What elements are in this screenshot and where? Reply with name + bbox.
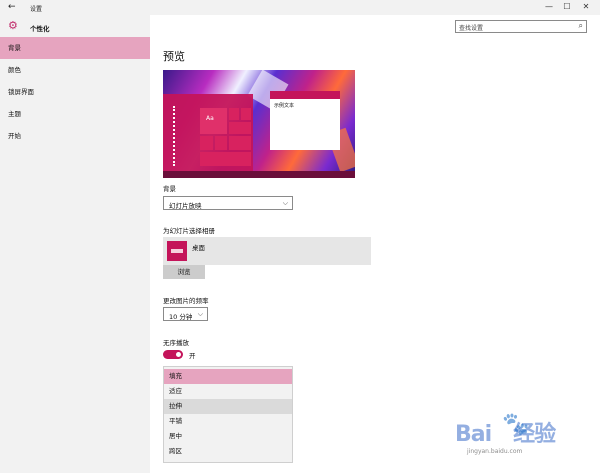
window-title: 设置 bbox=[30, 6, 43, 13]
browse-button[interactable]: 浏览 bbox=[163, 265, 205, 279]
folder-thumbnail-icon bbox=[167, 241, 187, 261]
shuffle-toggle[interactable] bbox=[163, 350, 183, 359]
fit-option-fit[interactable]: 适应 bbox=[164, 384, 292, 399]
sidebar-item-lock-screen[interactable]: 锁屏界面 bbox=[0, 81, 150, 103]
fit-option-center[interactable]: 居中 bbox=[164, 429, 292, 444]
shuffle-label: 无序播放 bbox=[163, 339, 189, 347]
album-name: 桌面 bbox=[192, 244, 205, 252]
background-preview: Aa 示例文本 bbox=[163, 70, 355, 178]
frequency-dropdown[interactable]: 10 分钟 ⌵ bbox=[163, 307, 208, 321]
gear-icon: ⚙ bbox=[8, 19, 18, 32]
preview-tile-text: Aa bbox=[206, 115, 214, 122]
background-label: 背景 bbox=[163, 185, 176, 193]
back-arrow-icon[interactable]: ← bbox=[8, 2, 16, 12]
album-item[interactable]: 桌面 bbox=[163, 237, 371, 265]
fit-option-fill[interactable]: 填充 bbox=[164, 369, 292, 384]
preview-tile bbox=[200, 152, 251, 166]
preview-menu-rail bbox=[173, 106, 175, 166]
preview-tile bbox=[229, 136, 251, 150]
preview-tile bbox=[229, 122, 251, 134]
paw-icon: 🐾 bbox=[502, 412, 530, 437]
search-input[interactable]: 查找设置 ⌕ bbox=[455, 20, 587, 33]
preview-taskbar bbox=[163, 171, 355, 178]
fit-option-span[interactable]: 跨区 bbox=[164, 444, 292, 459]
toggle-knob bbox=[176, 352, 181, 357]
frequency-label: 更改图片的频率 bbox=[163, 297, 209, 305]
sidebar-header: ⚙ 个性化 bbox=[0, 15, 150, 39]
close-button[interactable]: ✕ bbox=[578, 2, 594, 11]
main-content: 预览 Aa 示例文本 背景 幻灯片放映 ⌵ 为幻灯片选择相册 桌面 浏览 更改图… bbox=[150, 37, 590, 473]
page-title: 预览 bbox=[163, 50, 185, 63]
sidebar-item-colors[interactable]: 颜色 bbox=[0, 59, 150, 81]
sidebar-item-themes[interactable]: 主题 bbox=[0, 103, 150, 125]
sidebar-item-background[interactable]: 背景 bbox=[0, 37, 150, 59]
preview-tile bbox=[241, 108, 251, 120]
preview-tile bbox=[200, 136, 213, 150]
minimize-button[interactable]: — bbox=[541, 2, 557, 11]
watermark: Bai 经验 🐾 jingyan.baidu.com bbox=[455, 410, 595, 460]
chevron-down-icon: ⌵ bbox=[197, 310, 203, 318]
fit-option-stretch[interactable]: 拉伸 bbox=[164, 399, 292, 414]
shuffle-state: 开 bbox=[189, 352, 196, 360]
sidebar-item-start[interactable]: 开始 bbox=[0, 125, 150, 147]
fit-option-tile[interactable]: 平铺 bbox=[164, 414, 292, 429]
fit-dropdown-list[interactable]: 填充 适应 拉伸 平铺 居中 跨区 bbox=[163, 366, 293, 463]
title-bar: ← 设置 — ☐ ✕ bbox=[0, 0, 600, 15]
chevron-down-icon: ⌵ bbox=[282, 199, 288, 207]
album-label: 为幻灯片选择相册 bbox=[163, 227, 215, 235]
preview-sample-window: 示例文本 bbox=[270, 91, 340, 150]
watermark-url: jingyan.baidu.com bbox=[467, 448, 523, 455]
search-placeholder: 查找设置 bbox=[459, 25, 484, 32]
frequency-dropdown-value: 10 分钟 bbox=[169, 313, 193, 321]
preview-tile bbox=[215, 136, 227, 150]
preview-tile bbox=[229, 108, 239, 120]
preview-tile: Aa bbox=[200, 108, 227, 134]
search-icon[interactable]: ⌕ bbox=[579, 21, 583, 31]
sidebar: ⚙ 个性化 背景 颜色 锁屏界面 主题 开始 bbox=[0, 15, 150, 473]
background-dropdown-value: 幻灯片放映 bbox=[169, 202, 202, 210]
sidebar-title: 个性化 bbox=[30, 25, 50, 33]
preview-window-text: 示例文本 bbox=[274, 103, 295, 109]
maximize-button[interactable]: ☐ bbox=[559, 2, 575, 11]
background-dropdown[interactable]: 幻灯片放映 ⌵ bbox=[163, 196, 293, 210]
